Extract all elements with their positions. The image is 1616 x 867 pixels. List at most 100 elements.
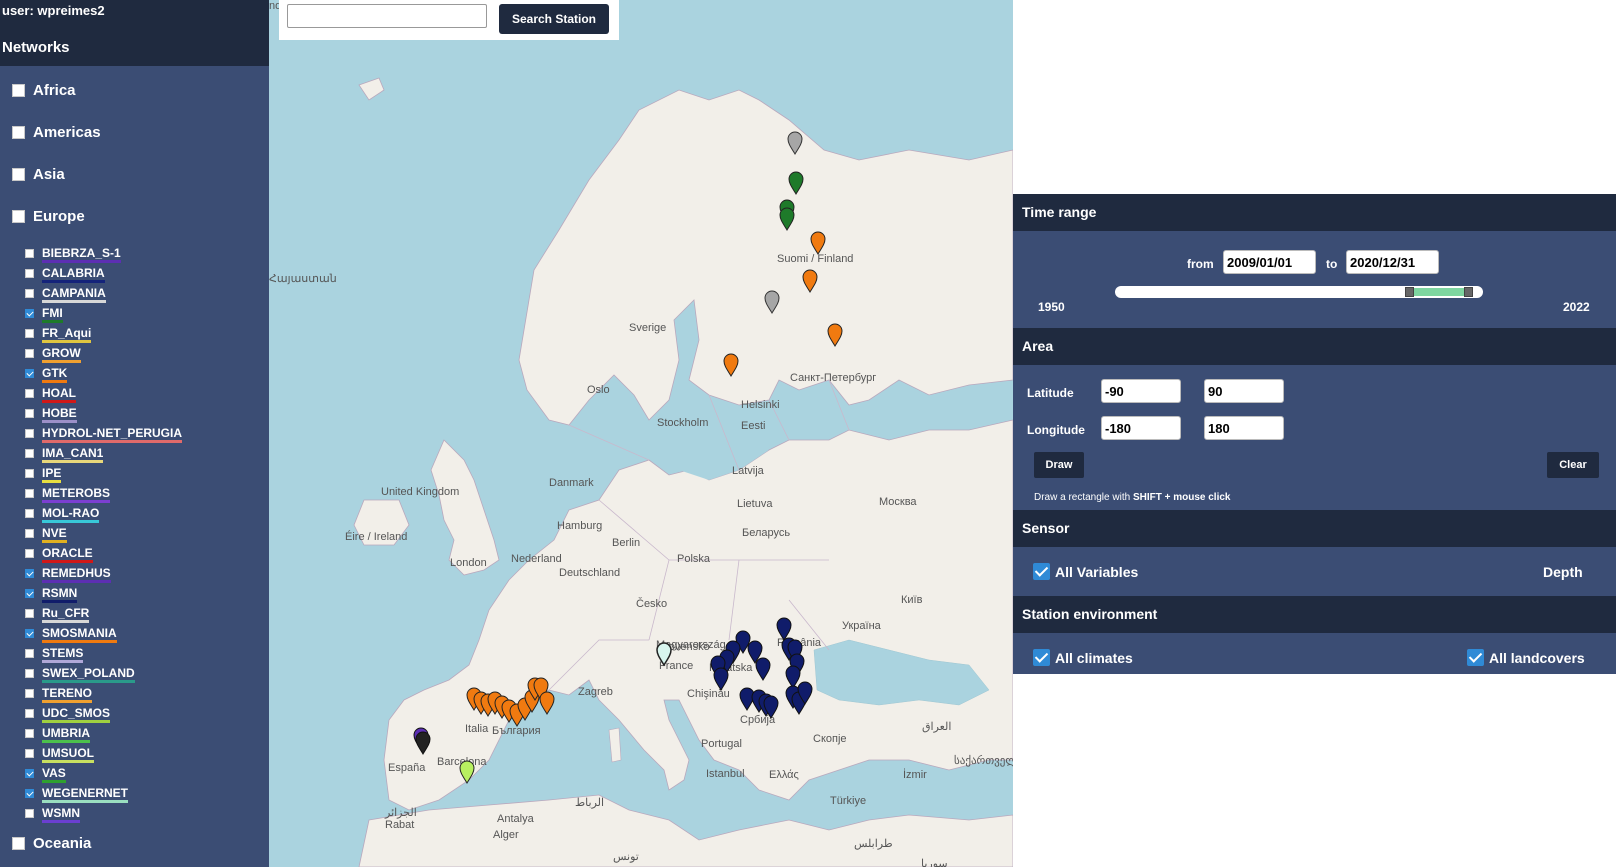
region-checkbox[interactable] (12, 836, 25, 850)
all-variables-checkbox[interactable] (1033, 563, 1050, 580)
network-label[interactable]: VAS (42, 766, 66, 783)
network-item[interactable]: WSMN (25, 804, 80, 823)
network-label[interactable]: SWEX_POLAND (42, 666, 135, 683)
network-label[interactable]: SMOSMANIA (42, 626, 117, 643)
search-station-button[interactable]: Search Station (499, 4, 609, 34)
network-label[interactable]: MOL-RAO (42, 506, 100, 523)
network-item[interactable]: FMI (25, 304, 63, 323)
depth-label[interactable]: Depth (1543, 564, 1583, 580)
network-label[interactable]: UMBRIA (42, 726, 90, 743)
network-label[interactable]: REMEDHUS (42, 566, 111, 583)
network-item[interactable]: HOBE (25, 404, 77, 423)
network-checkbox[interactable] (25, 748, 34, 758)
network-checkbox[interactable] (25, 648, 34, 658)
network-checkbox[interactable] (25, 468, 34, 478)
network-label[interactable]: CALABRIA (42, 266, 105, 283)
network-checkbox[interactable] (25, 668, 34, 678)
network-item[interactable]: SWEX_POLAND (25, 664, 135, 683)
region-europe[interactable]: Europe (12, 205, 85, 227)
network-checkbox[interactable] (25, 708, 34, 718)
network-label[interactable]: NVE (42, 526, 67, 543)
network-item[interactable]: HYDROL-NET_PERUGIA (25, 424, 183, 443)
network-checkbox[interactable] (25, 448, 34, 458)
network-checkbox[interactable] (25, 628, 34, 638)
network-checkbox[interactable] (25, 688, 34, 698)
network-item[interactable]: GTK (25, 364, 68, 383)
network-item[interactable]: STEMS (25, 644, 84, 663)
to-date-input[interactable] (1346, 250, 1439, 274)
region-africa[interactable]: Africa (12, 79, 76, 101)
all-landcovers-checkbox[interactable] (1467, 649, 1484, 666)
network-checkbox[interactable] (25, 368, 34, 378)
network-item[interactable]: ORACLE (25, 544, 93, 563)
network-checkbox[interactable] (25, 768, 34, 778)
network-item[interactable]: FR_Aqui (25, 324, 92, 343)
network-item[interactable]: GROW (25, 344, 81, 363)
network-label[interactable]: GROW (42, 346, 81, 363)
region-asia[interactable]: Asia (12, 163, 65, 185)
network-label[interactable]: UMSUOL (42, 746, 94, 763)
latitude-max-input[interactable] (1204, 379, 1284, 403)
network-item[interactable]: CAMPANIA (25, 284, 106, 303)
network-checkbox[interactable] (25, 788, 34, 798)
network-checkbox[interactable] (25, 248, 34, 258)
region-checkbox[interactable] (12, 209, 25, 223)
network-item[interactable]: METEROBS (25, 484, 111, 503)
network-item[interactable]: UDC_SMOS (25, 704, 111, 723)
network-label[interactable]: GTK (42, 366, 68, 383)
network-checkbox[interactable] (25, 488, 34, 498)
network-item[interactable]: TERENO (25, 684, 93, 703)
network-label[interactable]: IMA_CAN1 (42, 446, 104, 463)
network-label[interactable]: Ru_CFR (42, 606, 90, 623)
network-checkbox[interactable] (25, 328, 34, 338)
network-checkbox[interactable] (25, 288, 34, 298)
network-checkbox[interactable] (25, 348, 34, 358)
network-label[interactable]: METEROBS (42, 486, 111, 503)
longitude-min-input[interactable] (1101, 416, 1181, 440)
network-checkbox[interactable] (25, 428, 34, 438)
network-checkbox[interactable] (25, 308, 34, 318)
longitude-max-input[interactable] (1204, 416, 1284, 440)
network-checkbox[interactable] (25, 408, 34, 418)
network-item[interactable]: SMOSMANIA (25, 624, 117, 643)
network-checkbox[interactable] (25, 808, 34, 818)
network-item[interactable]: BIEBRZA_S-1 (25, 244, 121, 263)
network-label[interactable]: RSMN (42, 586, 78, 603)
network-label[interactable]: TERENO (42, 686, 93, 703)
latitude-min-input[interactable] (1101, 379, 1181, 403)
network-item[interactable]: UMSUOL (25, 744, 94, 763)
time-range-slider[interactable] (1115, 286, 1483, 298)
network-item[interactable]: IPE (25, 464, 62, 483)
network-checkbox[interactable] (25, 388, 34, 398)
network-label[interactable]: CAMPANIA (42, 286, 106, 303)
network-checkbox[interactable] (25, 608, 34, 618)
network-label[interactable]: ORACLE (42, 546, 93, 563)
network-label[interactable]: IPE (42, 466, 62, 483)
search-input[interactable] (287, 4, 487, 28)
network-item[interactable]: RSMN (25, 584, 78, 603)
network-item[interactable]: HOAL (25, 384, 76, 403)
network-label[interactable]: FMI (42, 306, 63, 323)
clear-button[interactable]: Clear (1547, 452, 1599, 478)
network-label[interactable]: STEMS (42, 646, 84, 663)
network-item[interactable]: IMA_CAN1 (25, 444, 104, 463)
network-checkbox[interactable] (25, 568, 34, 578)
network-item[interactable]: MOL-RAO (25, 504, 100, 523)
network-item[interactable]: WEGENERNET (25, 784, 129, 803)
network-label[interactable]: UDC_SMOS (42, 706, 111, 723)
network-item[interactable]: Ru_CFR (25, 604, 90, 623)
region-checkbox[interactable] (12, 167, 25, 181)
from-date-input[interactable] (1223, 250, 1316, 274)
region-checkbox[interactable] (12, 83, 25, 97)
region-americas[interactable]: Americas (12, 121, 101, 143)
region-oceania[interactable]: Oceania (12, 832, 91, 854)
draw-button[interactable]: Draw (1034, 452, 1084, 478)
all-climates-checkbox[interactable] (1033, 649, 1050, 666)
network-checkbox[interactable] (25, 268, 34, 278)
network-label[interactable]: WSMN (42, 806, 80, 823)
region-checkbox[interactable] (12, 125, 25, 139)
network-item[interactable]: NVE (25, 524, 67, 543)
network-label[interactable]: HOAL (42, 386, 76, 403)
network-item[interactable]: CALABRIA (25, 264, 105, 283)
network-label[interactable]: FR_Aqui (42, 326, 92, 343)
